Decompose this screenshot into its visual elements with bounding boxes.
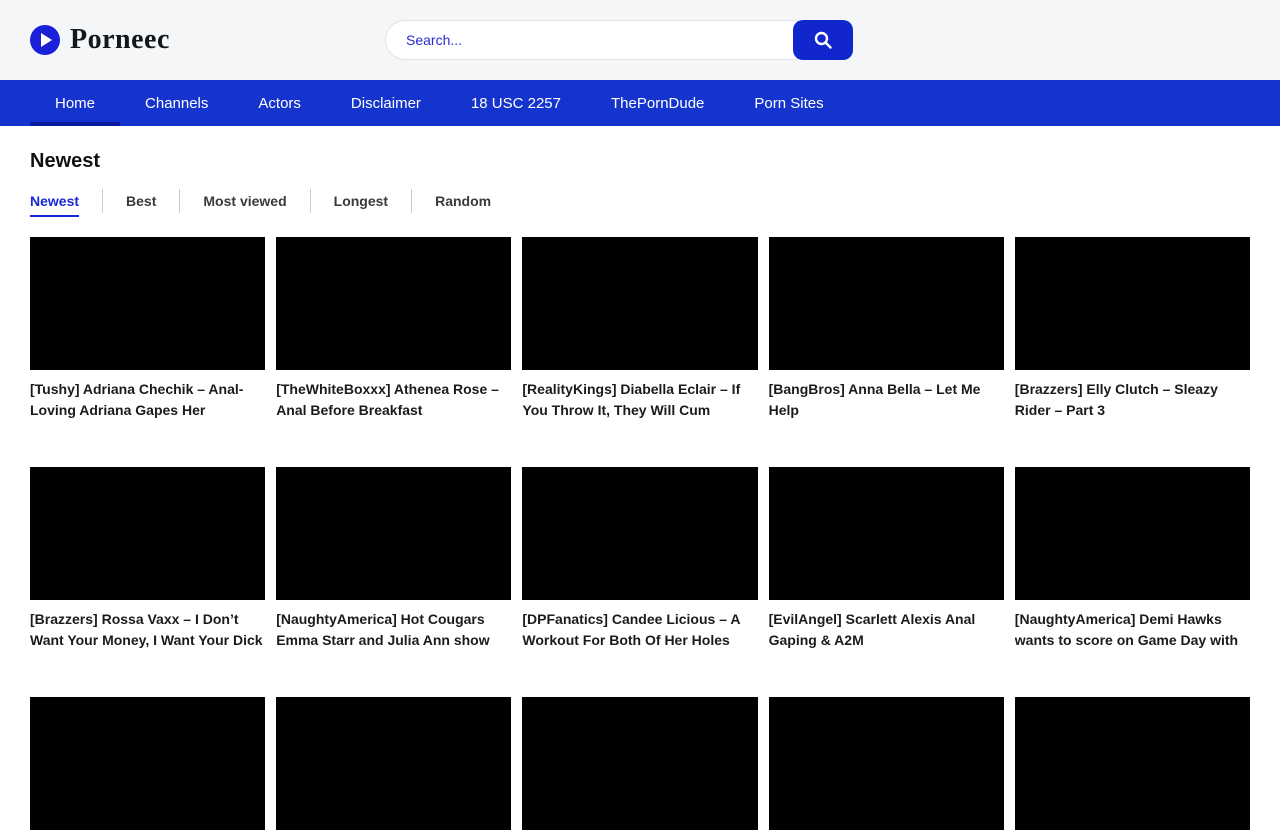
video-card: [RealityKings] Diabella Eclair – If You …	[522, 237, 757, 421]
video-thumbnail[interactable]	[522, 237, 757, 370]
video-thumbnail[interactable]	[276, 697, 511, 830]
video-card: [EvilAngel] Scarlett Alexis Anal Gaping …	[769, 467, 1004, 651]
nav-item-disclaimer[interactable]: Disclaimer	[326, 80, 446, 126]
video-title[interactable]: [Brazzers] Rossa Vaxx – I Don’t Want You…	[30, 609, 265, 651]
logo[interactable]: Porneec	[30, 24, 170, 56]
video-thumbnail[interactable]	[30, 697, 265, 830]
nav-item-channels[interactable]: Channels	[120, 80, 233, 126]
video-card: [TheWhiteBoxxx] Athenea Rose – Anal Befo…	[276, 237, 511, 421]
video-thumbnail[interactable]	[276, 467, 511, 600]
search-icon	[813, 30, 833, 50]
video-thumbnail[interactable]	[30, 237, 265, 370]
tab-most-viewed[interactable]: Most viewed	[180, 189, 310, 213]
video-title[interactable]: [NaughtyAmerica] Hot Cougars Emma Starr …	[276, 609, 511, 651]
nav-item-home[interactable]: Home	[30, 80, 120, 126]
tab-longest[interactable]: Longest	[311, 189, 412, 213]
tab-newest[interactable]: Newest	[30, 189, 103, 213]
search-bar	[385, 20, 853, 60]
video-thumbnail[interactable]	[522, 697, 757, 830]
video-thumbnail[interactable]	[30, 467, 265, 600]
video-card	[1015, 697, 1250, 839]
video-thumbnail[interactable]	[769, 237, 1004, 370]
nav-item-theporndude[interactable]: ThePornDude	[586, 80, 729, 126]
video-thumbnail[interactable]	[1015, 697, 1250, 830]
video-grid: [Tushy] Adriana Chechik – Anal-Loving Ad…	[30, 237, 1250, 839]
play-icon	[30, 25, 60, 55]
top-header: Porneec	[0, 0, 1280, 80]
video-thumbnail[interactable]	[522, 467, 757, 600]
logo-text: Porneec	[70, 24, 170, 56]
video-title[interactable]: [NaughtyAmerica] Demi Hawks wants to sco…	[1015, 609, 1250, 651]
nav-item-18usc2257[interactable]: 18 USC 2257	[446, 80, 586, 126]
tab-best[interactable]: Best	[103, 189, 180, 213]
nav-item-porn-sites[interactable]: Porn Sites	[729, 80, 848, 126]
sort-tabs: Newest Best Most viewed Longest Random	[30, 189, 1250, 213]
video-title[interactable]: [Brazzers] Elly Clutch – Sleazy Rider – …	[1015, 379, 1250, 421]
video-card: [Brazzers] Rossa Vaxx – I Don’t Want You…	[30, 467, 265, 651]
video-card: [DPFanatics] Candee Licious – A Workout …	[522, 467, 757, 651]
video-title[interactable]: [EvilAngel] Scarlett Alexis Anal Gaping …	[769, 609, 1004, 651]
video-thumbnail[interactable]	[1015, 237, 1250, 370]
search-button[interactable]	[793, 20, 853, 60]
video-card	[30, 697, 265, 839]
video-card: [Tushy] Adriana Chechik – Anal-Loving Ad…	[30, 237, 265, 421]
video-thumbnail[interactable]	[769, 697, 1004, 830]
video-title[interactable]: [BangBros] Anna Bella – Let Me Help	[769, 379, 1004, 421]
video-card: [BangBros] Anna Bella – Let Me Help	[769, 237, 1004, 421]
video-thumbnail[interactable]	[276, 237, 511, 370]
tab-random[interactable]: Random	[412, 189, 514, 213]
video-card	[769, 697, 1004, 839]
video-card: [NaughtyAmerica] Hot Cougars Emma Starr …	[276, 467, 511, 651]
video-title[interactable]: [TheWhiteBoxxx] Athenea Rose – Anal Befo…	[276, 379, 511, 421]
video-card	[276, 697, 511, 839]
video-card	[522, 697, 757, 839]
nav-item-actors[interactable]: Actors	[233, 80, 326, 126]
play-triangle-icon	[41, 33, 52, 47]
video-thumbnail[interactable]	[1015, 467, 1250, 600]
main-content: Newest Newest Best Most viewed Longest R…	[0, 150, 1280, 839]
search-input[interactable]	[385, 20, 813, 60]
video-card: [Brazzers] Elly Clutch – Sleazy Rider – …	[1015, 237, 1250, 421]
video-title[interactable]: [RealityKings] Diabella Eclair – If You …	[522, 379, 757, 421]
page-title: Newest	[30, 150, 1250, 173]
main-nav: Home Channels Actors Disclaimer 18 USC 2…	[0, 80, 1280, 126]
video-thumbnail[interactable]	[769, 467, 1004, 600]
video-card: [NaughtyAmerica] Demi Hawks wants to sco…	[1015, 467, 1250, 651]
video-title[interactable]: [Tushy] Adriana Chechik – Anal-Loving Ad…	[30, 379, 265, 421]
video-title[interactable]: [DPFanatics] Candee Licious – A Workout …	[522, 609, 757, 651]
